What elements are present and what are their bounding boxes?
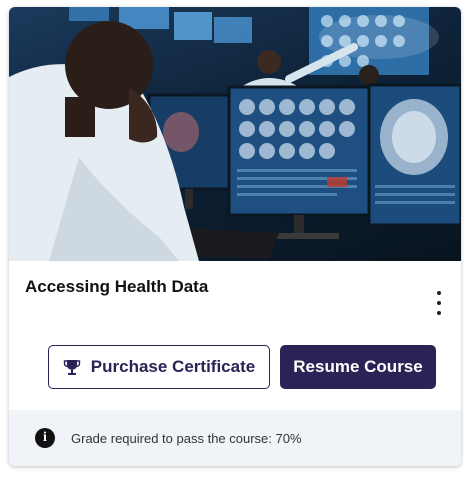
kebab-dot	[437, 301, 441, 305]
trophy-icon	[63, 358, 81, 376]
grade-requirement-text: Grade required to pass the course: 70%	[71, 430, 302, 446]
info-icon: i	[35, 428, 55, 448]
kebab-dot	[437, 291, 441, 295]
resume-course-button[interactable]: Resume Course	[280, 345, 436, 389]
kebab-dot	[437, 311, 441, 315]
grade-info-banner: i Grade required to pass the course: 70%	[9, 410, 461, 466]
course-title: Accessing Health Data	[25, 277, 209, 296]
course-image-illustration	[9, 7, 461, 261]
more-options-icon[interactable]	[429, 291, 449, 315]
course-image	[9, 7, 461, 261]
course-card: Accessing Health Data Purchase Certifica…	[9, 7, 461, 466]
purchase-certificate-button[interactable]: Purchase Certificate	[48, 345, 270, 389]
purchase-certificate-label: Purchase Certificate	[90, 357, 256, 376]
